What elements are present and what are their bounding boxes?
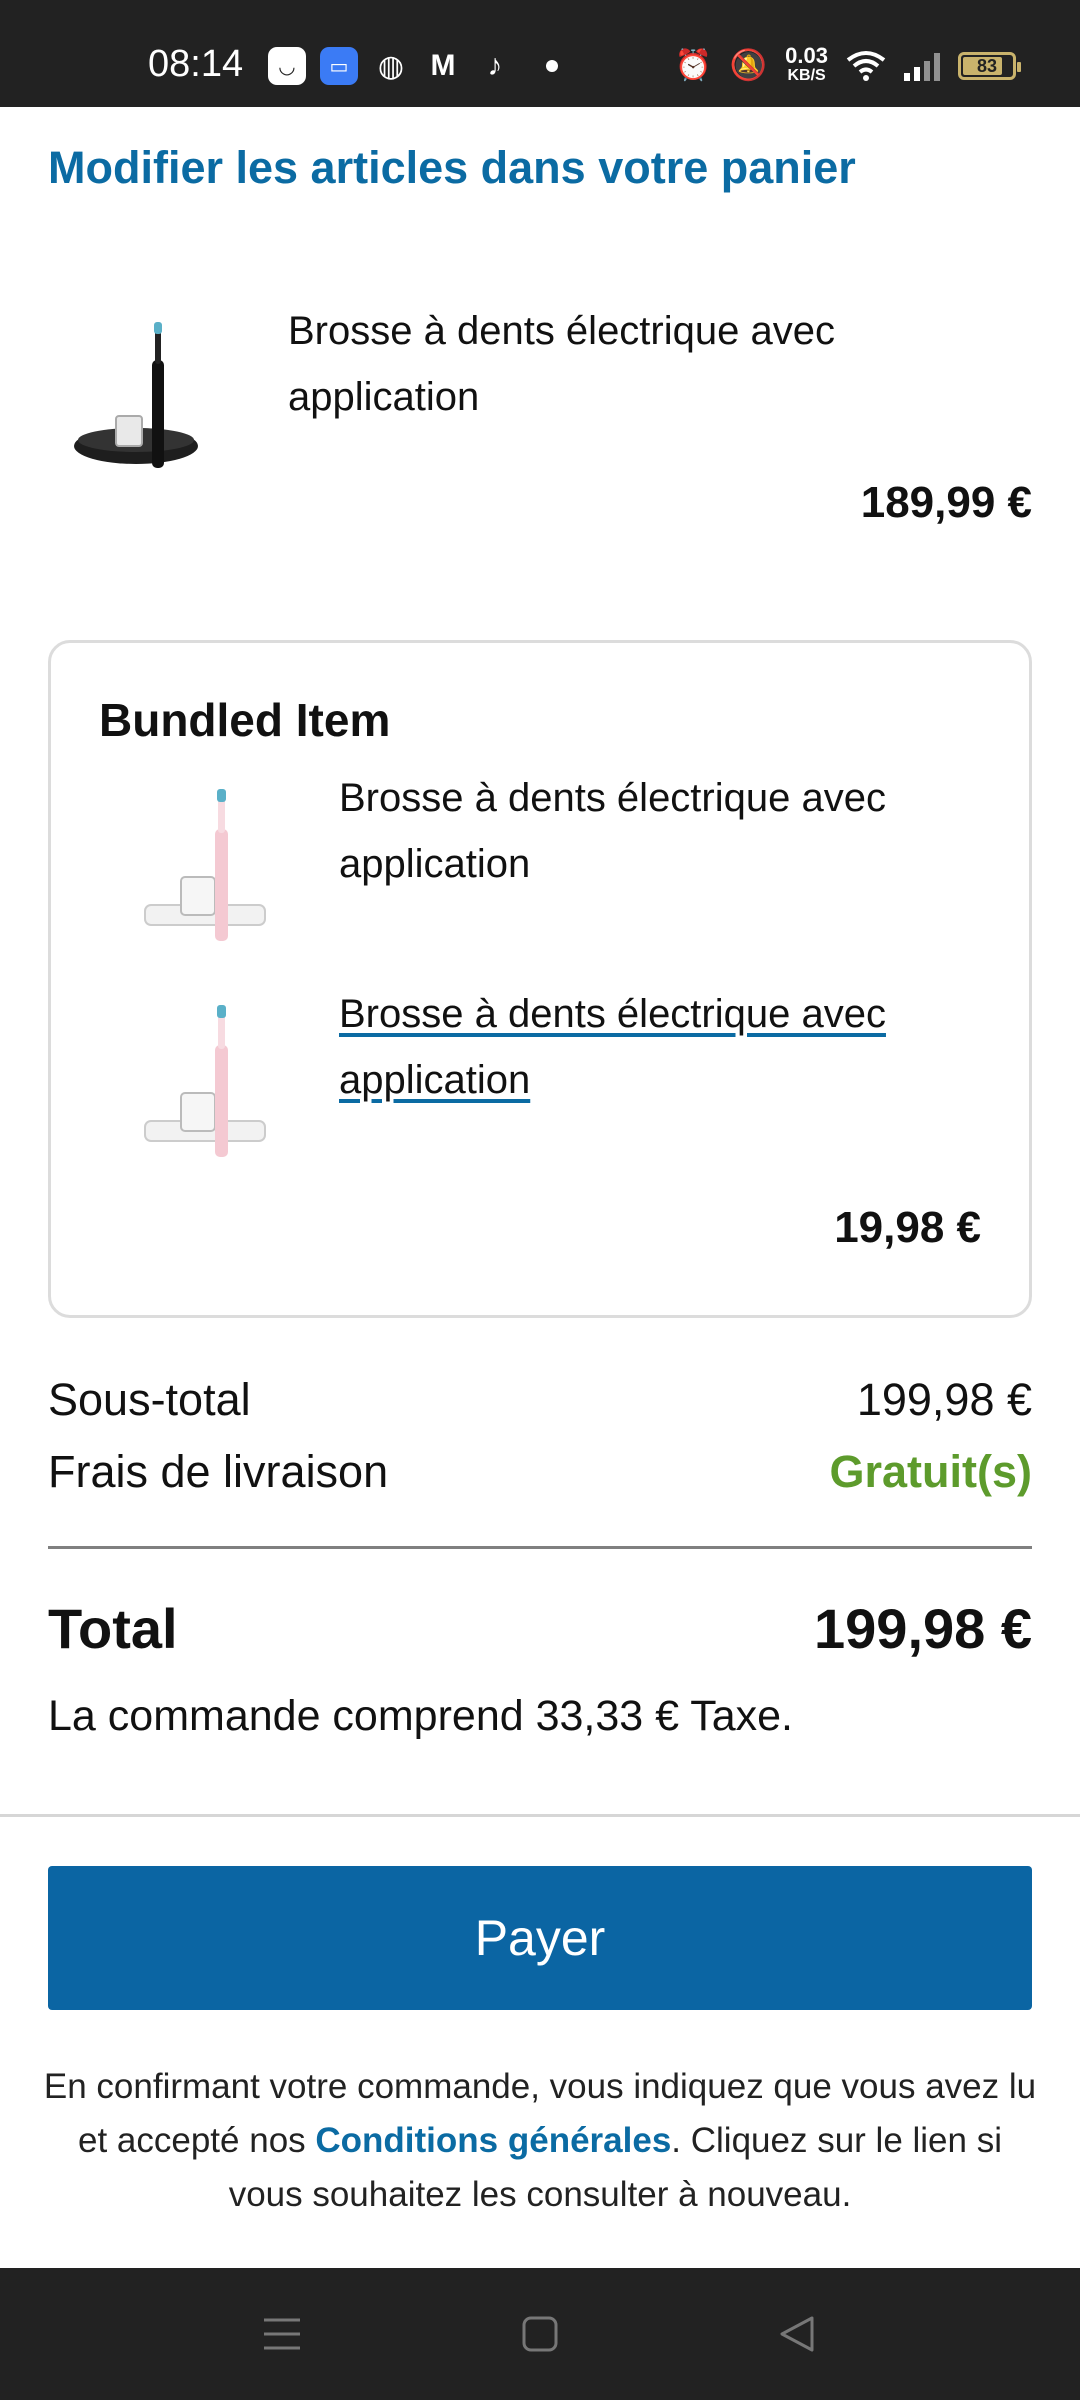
network-speed: 0.03 KB/S <box>785 43 828 86</box>
battery-level: 83 <box>976 55 998 76</box>
main-item-name: Brosse à dents électrique avec applicati… <box>288 309 835 419</box>
home-icon[interactable] <box>510 2308 570 2360</box>
shipping-row: Frais de livraison Gratuit(s) <box>48 1446 1032 1498</box>
shipping-label: Frais de livraison <box>48 1446 389 1497</box>
dot-icon <box>546 60 558 72</box>
bundle-box: Bundled Item Brosse à dents électrique a… <box>48 640 1032 1318</box>
music-app-icon: ♪ <box>487 49 503 82</box>
network-speed-unit: KB/S <box>787 67 826 84</box>
subtotal-value: 199,98 € <box>856 1374 1032 1425</box>
total-value: 199,98 € <box>814 1597 1032 1660</box>
page-title[interactable]: Modifier les articles dans votre panier <box>48 142 856 194</box>
back-icon[interactable] <box>768 2308 828 2360</box>
network-speed-value: 0.03 <box>785 43 828 68</box>
notification-icons: ◡ ▭ ◍ M ♪ <box>268 46 558 86</box>
navigation-bar <box>0 2268 1080 2400</box>
legal-text: En confirmant votre commande, vous indiq… <box>40 2060 1040 2222</box>
bundle-item-link[interactable]: Brosse à dents électrique avec applicati… <box>339 981 959 1113</box>
bundle-item-name: Brosse à dents électrique avec applicati… <box>339 776 886 886</box>
alarm-icon: ⏰ <box>674 49 712 82</box>
total-label: Total <box>48 1597 178 1660</box>
terms-link[interactable]: Conditions générales <box>315 2121 671 2160</box>
system-icons: ⏰ 🔕 0.03 KB/S 83 <box>674 43 1021 88</box>
tax-note: La commande comprend 33,33 € Taxe. <box>48 1692 794 1740</box>
total-row: Total 199,98 € <box>48 1596 1032 1661</box>
mute-icon: 🔕 <box>729 49 768 82</box>
black-toothbrush-image <box>74 322 198 468</box>
gmail-icon: M <box>430 49 456 82</box>
signal-icon <box>904 51 940 81</box>
pink-toothbrush-image <box>144 1005 266 1157</box>
summary-divider <box>48 1546 1032 1549</box>
bundle-title: Bundled Item <box>99 694 391 746</box>
pay-button[interactable]: Payer <box>48 1866 1032 2010</box>
status-time: 08:14 <box>148 43 244 85</box>
main-item-price: 189,99 € <box>860 478 1032 527</box>
status-bar: 08:14 ◡ ▭ ◍ M ♪ ⏰ 🔕 0.03 KB/S 83 <box>0 0 1080 107</box>
menu-icon[interactable] <box>252 2308 312 2360</box>
section-divider <box>0 1814 1080 1817</box>
wifi-icon <box>846 51 886 81</box>
smile-app-icon: ◡ <box>268 47 306 85</box>
cooking-app-icon: ◍ <box>377 49 405 83</box>
shipping-value: Gratuit(s) <box>829 1446 1033 1497</box>
bundle-price: 19,98 € <box>834 1203 981 1252</box>
battery-icon: 83 <box>958 52 1021 80</box>
subtotal-row: Sous-total 199,98 € <box>48 1374 1032 1426</box>
subtotal-label: Sous-total <box>48 1374 251 1425</box>
message-app-icon: ▭ <box>320 47 358 85</box>
pink-toothbrush-image <box>144 789 266 941</box>
